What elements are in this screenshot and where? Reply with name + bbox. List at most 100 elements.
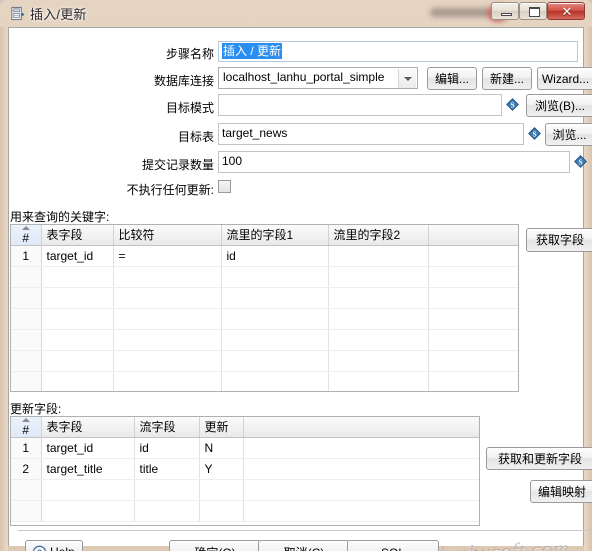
empty-cell[interactable] [221, 266, 329, 288]
lookup-col-stream-field1[interactable]: 流里的字段1 [221, 225, 329, 246]
update-cell-stream-field[interactable]: id [134, 437, 200, 459]
empty-cell[interactable] [113, 266, 222, 288]
table-row-empty[interactable] [11, 266, 518, 288]
empty-cell[interactable] [11, 350, 42, 372]
empty-cell[interactable] [134, 500, 200, 522]
empty-cell[interactable] [328, 329, 429, 351]
empty-cell[interactable] [428, 287, 518, 309]
no-update-checkbox[interactable] [218, 180, 231, 193]
empty-cell[interactable] [328, 350, 429, 372]
lookup-col-stream-field2[interactable]: 流里的字段2 [328, 225, 429, 246]
lookup-cell-table-field[interactable]: target_id [41, 245, 114, 267]
empty-cell[interactable] [428, 329, 518, 351]
cancel-button[interactable]: 取消(C) [258, 540, 350, 551]
empty-cell[interactable] [428, 350, 518, 372]
empty-cell[interactable] [11, 479, 42, 501]
browse-table-button[interactable]: 浏览... [545, 123, 592, 146]
empty-cell[interactable] [11, 329, 42, 351]
db-connection-combo[interactable]: localhost_lanhu_portal_simple [218, 67, 418, 89]
update-cell-num[interactable]: 1 [11, 437, 42, 459]
lookup-cell-stream-field2[interactable] [328, 245, 429, 267]
table-row-empty[interactable] [11, 371, 518, 391]
empty-cell[interactable] [41, 287, 114, 309]
edit-mapping-button[interactable]: 编辑映射 [530, 480, 592, 503]
help-button[interactable]: ? Help [25, 540, 83, 551]
update-cell-blank[interactable] [243, 437, 479, 459]
update-cell-update[interactable]: N [199, 437, 244, 459]
empty-cell[interactable] [11, 266, 42, 288]
empty-cell[interactable] [243, 479, 479, 501]
lookup-col-num[interactable]: # [11, 225, 42, 246]
empty-cell[interactable] [113, 350, 222, 372]
empty-cell[interactable] [328, 266, 429, 288]
empty-cell[interactable] [221, 287, 329, 309]
update-col-table-field[interactable]: 表字段 [41, 417, 135, 438]
target-table-input[interactable]: target_news [218, 123, 524, 145]
update-col-num[interactable]: # [11, 417, 42, 438]
lookup-cell-blank[interactable] [428, 245, 518, 267]
empty-cell[interactable] [328, 308, 429, 330]
update-fields-grid[interactable]: # 表字段 流字段 更新 1 target_id id N 2 target_title t… [10, 416, 480, 526]
empty-cell[interactable] [243, 500, 479, 522]
lookup-cell-comparator[interactable]: = [113, 245, 222, 267]
table-row[interactable]: 2 target_title title Y [11, 458, 479, 480]
empty-cell[interactable] [113, 329, 222, 351]
get-fields-button[interactable]: 获取字段 [526, 228, 592, 252]
update-cell-blank[interactable] [243, 458, 479, 480]
lookup-cell-num[interactable]: 1 [11, 245, 42, 267]
empty-cell[interactable] [221, 350, 329, 372]
lookup-col-blank[interactable] [428, 225, 518, 246]
update-cell-table-field[interactable]: target_title [41, 458, 135, 480]
empty-cell[interactable] [11, 371, 42, 391]
step-name-input[interactable]: 插入 / 更新 [218, 41, 578, 62]
lookup-col-table-field[interactable]: 表字段 [41, 225, 114, 246]
empty-cell[interactable] [221, 329, 329, 351]
empty-cell[interactable] [113, 287, 222, 309]
update-col-blank[interactable] [243, 417, 479, 438]
update-col-update[interactable]: 更新 [199, 417, 244, 438]
empty-cell[interactable] [11, 287, 42, 309]
table-row[interactable]: 1 target_id = id [11, 245, 518, 267]
empty-cell[interactable] [428, 266, 518, 288]
get-and-update-fields-button[interactable]: 获取和更新字段 [486, 447, 592, 470]
table-row-empty[interactable] [11, 308, 518, 330]
empty-cell[interactable] [328, 371, 429, 391]
target-schema-input[interactable] [218, 94, 502, 116]
lookup-cell-stream-field1[interactable]: id [221, 245, 329, 267]
table-row-empty[interactable] [11, 329, 518, 351]
close-button[interactable]: ✕ [547, 2, 585, 20]
empty-cell[interactable] [134, 479, 200, 501]
empty-cell[interactable] [41, 266, 114, 288]
update-cell-num[interactable]: 2 [11, 458, 42, 480]
empty-cell[interactable] [428, 308, 518, 330]
commit-size-input[interactable]: 100 [218, 151, 570, 173]
empty-cell[interactable] [113, 371, 222, 391]
table-row-empty[interactable] [11, 500, 479, 522]
update-col-stream-field[interactable]: 流字段 [134, 417, 200, 438]
maximize-button[interactable] [519, 2, 547, 20]
empty-cell[interactable] [428, 371, 518, 391]
empty-cell[interactable] [328, 287, 429, 309]
update-cell-update[interactable]: Y [199, 458, 244, 480]
lookup-col-comparator[interactable]: 比较符 [113, 225, 222, 246]
wizard-connection-button[interactable]: Wizard... [537, 67, 592, 90]
empty-cell[interactable] [221, 308, 329, 330]
empty-cell[interactable] [11, 308, 42, 330]
table-row-empty[interactable] [11, 350, 518, 372]
chevron-down-icon[interactable] [398, 69, 416, 88]
empty-cell[interactable] [11, 500, 42, 522]
table-row-empty[interactable] [11, 479, 479, 501]
minimize-button[interactable] [491, 2, 519, 20]
title-bar[interactable]: 插入/更新 ✕ [0, 0, 592, 26]
table-row[interactable]: 1 target_id id N [11, 437, 479, 459]
empty-cell[interactable] [199, 500, 244, 522]
update-cell-stream-field[interactable]: title [134, 458, 200, 480]
empty-cell[interactable] [41, 308, 114, 330]
empty-cell[interactable] [41, 500, 135, 522]
lookup-keys-grid[interactable]: # 表字段 比较符 流里的字段1 流里的字段2 1 target_id = id [10, 224, 519, 392]
empty-cell[interactable] [199, 479, 244, 501]
empty-cell[interactable] [41, 479, 135, 501]
ok-button[interactable]: 确定(O) [169, 540, 261, 551]
browse-schema-button[interactable]: 浏览(B)... [526, 94, 592, 117]
empty-cell[interactable] [41, 329, 114, 351]
